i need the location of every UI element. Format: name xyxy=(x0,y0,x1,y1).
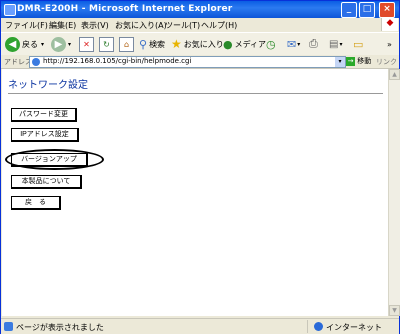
status-text: ページが表示されました xyxy=(16,323,104,332)
search-label: 検索 xyxy=(149,39,166,49)
back-button[interactable]: ◀ 戻る ▾ xyxy=(5,35,44,53)
address-url: http://192.168.0.105/cgi-bin/helpmode.cg… xyxy=(43,57,192,65)
maximize-button[interactable]: □ xyxy=(359,2,375,18)
mail-icon: ✉ xyxy=(287,37,297,51)
history-icon: ◷ xyxy=(266,37,276,51)
scroll-down-icon[interactable]: ▼ xyxy=(389,305,400,316)
home-icon: ⌂ xyxy=(119,36,134,52)
menu-tools[interactable]: ツール(T) xyxy=(165,20,200,31)
status-divider xyxy=(307,320,308,333)
menu-file[interactable]: ファイル(F) xyxy=(5,20,48,31)
go-label: 移動 xyxy=(357,57,372,65)
media-button[interactable]: ● メディア xyxy=(223,35,266,53)
zone-text: インターネット xyxy=(326,323,382,332)
back-dropdown-icon: ▾ xyxy=(41,40,45,48)
vertical-scrollbar[interactable]: ▲ ▼ xyxy=(388,69,400,316)
page-icon xyxy=(32,58,40,66)
home-button[interactable]: ⌂ xyxy=(119,35,134,53)
menu-help[interactable]: ヘルプ(H) xyxy=(201,20,237,31)
title-divider xyxy=(8,93,383,94)
stop-icon: ✕ xyxy=(79,36,94,52)
forward-arrow-icon: ▶ xyxy=(51,36,66,52)
edit-dropdown-icon: ▾ xyxy=(339,40,343,48)
address-bar: アドレス(D) http://192.168.0.105/cgi-bin/hel… xyxy=(1,55,399,69)
internet-zone-icon xyxy=(314,322,323,331)
scroll-up-icon[interactable]: ▲ xyxy=(389,69,400,80)
media-label: メディア xyxy=(234,39,267,49)
ip-address-settings-button[interactable]: IPアドレス設定 xyxy=(11,128,79,142)
search-button[interactable]: ⚲ 検索 xyxy=(139,35,165,53)
search-icon: ⚲ xyxy=(139,37,148,51)
toolbar-overflow-icon[interactable]: » xyxy=(387,35,392,53)
ie-app-icon xyxy=(4,4,16,16)
address-input[interactable]: http://192.168.0.105/cgi-bin/helpmode.cg… xyxy=(29,56,346,68)
media-icon: ● xyxy=(223,37,233,51)
menu-favorites[interactable]: お気に入り(A) xyxy=(115,20,167,31)
folder-icon: ▭ xyxy=(353,37,364,51)
menu-view[interactable]: 表示(V) xyxy=(81,20,109,31)
browser-window: DMR-E200H - Microsoft Internet Explorer … xyxy=(0,0,400,334)
folder-button[interactable]: ▭ xyxy=(353,35,363,53)
password-change-button[interactable]: パスワード変更 xyxy=(11,108,77,122)
mail-dropdown-icon: ▾ xyxy=(297,40,301,48)
favorites-label: お気に入り xyxy=(183,39,224,49)
back-label: 戻る xyxy=(22,39,38,49)
stop-button[interactable]: ✕ xyxy=(79,35,94,53)
windows-logo-icon: ◆ xyxy=(381,18,398,31)
toolbar: ◀ 戻る ▾ ▶ ▾ ✕ ↻ ⌂ ⚲ 検索 ★ お気に入り ● メディア ◷ ✉… xyxy=(1,32,399,56)
star-icon: ★ xyxy=(171,37,182,51)
edit-icon: ▤ xyxy=(329,38,339,50)
page-title: ネットワーク設定 xyxy=(8,80,88,91)
forward-button[interactable]: ▶ ▾ xyxy=(51,35,71,53)
back-arrow-icon: ◀ xyxy=(5,36,20,52)
close-button[interactable]: × xyxy=(379,2,395,18)
menu-edit[interactable]: 編集(E) xyxy=(49,20,76,31)
about-product-button[interactable]: 本製品について xyxy=(11,175,82,189)
back-page-button[interactable]: 戻 る xyxy=(11,196,61,210)
refresh-button[interactable]: ↻ xyxy=(99,35,114,53)
print-icon: ⎙ xyxy=(309,37,318,50)
favorites-button[interactable]: ★ お気に入り xyxy=(171,35,224,53)
print-button[interactable]: ⎙ xyxy=(309,35,318,53)
mail-button[interactable]: ✉ ▾ xyxy=(287,35,300,53)
go-arrow-icon: → xyxy=(346,57,355,66)
status-bar: ページが表示されました インターネット xyxy=(1,318,399,334)
menu-bar: ファイル(F) 編集(E) 表示(V) お気に入り(A) ツール(T) ヘルプ(… xyxy=(1,18,399,31)
address-dropdown-icon[interactable]: ▾ xyxy=(335,57,345,67)
forward-dropdown-icon: ▾ xyxy=(68,40,72,48)
history-button[interactable]: ◷ xyxy=(266,35,276,53)
title-bar: DMR-E200H - Microsoft Internet Explorer … xyxy=(1,1,399,18)
edit-button[interactable]: ▤ ▾ xyxy=(329,35,342,53)
page-done-icon xyxy=(4,322,13,331)
window-title: DMR-E200H - Microsoft Internet Explorer xyxy=(17,4,233,14)
links-label[interactable]: リンク xyxy=(376,57,397,67)
go-button[interactable]: → 移動 xyxy=(346,56,374,66)
refresh-icon: ↻ xyxy=(99,36,114,52)
minimize-button[interactable]: _ xyxy=(341,2,357,18)
highlight-circle xyxy=(5,149,104,170)
page-content: ネットワーク設定 パスワード変更 IPアドレス設定 バージョンアップ 本製品につ… xyxy=(2,69,388,316)
